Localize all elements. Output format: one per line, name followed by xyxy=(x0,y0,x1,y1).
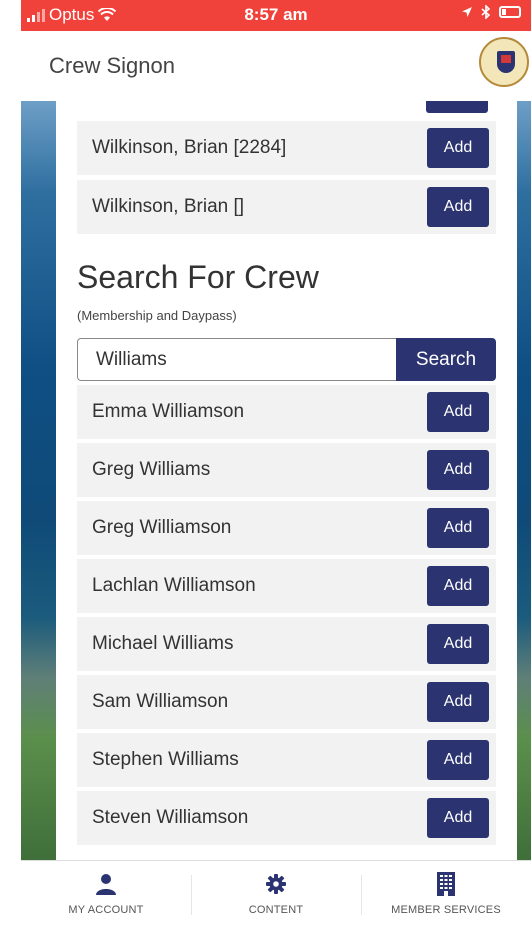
add-button[interactable]: Add xyxy=(427,450,489,490)
result-row: Greg Williamson Add xyxy=(77,501,496,555)
nav-label: CONTENT xyxy=(248,904,304,916)
nav-content[interactable]: CONTENT xyxy=(191,861,361,928)
gear-icon xyxy=(265,873,287,895)
search-input[interactable] xyxy=(77,338,396,381)
shield-icon xyxy=(497,51,515,73)
result-name: Michael Williams xyxy=(92,633,234,654)
status-time: 8:57 am xyxy=(244,5,308,24)
result-row: Michael Williams Add xyxy=(77,617,496,671)
nav-member-services[interactable]: MEMBER SERVICES xyxy=(361,861,531,928)
add-button[interactable]: Add xyxy=(427,128,489,168)
add-button[interactable]: Add xyxy=(427,798,489,838)
result-name: Emma Williamson xyxy=(92,401,245,422)
club-logo[interactable] xyxy=(479,37,529,87)
crew-row: Wilkinson, Brian [] Add xyxy=(77,180,496,234)
crew-row: Wilkinson, Brian [2284] Add xyxy=(77,121,496,175)
add-button[interactable]: Add xyxy=(427,508,489,548)
app-header: Crew Signon xyxy=(21,31,531,101)
add-button[interactable]: Add xyxy=(427,566,489,606)
result-row: Lachlan Williamson Add xyxy=(77,559,496,613)
status-bar: Optus 8:57 am xyxy=(21,0,531,31)
nav-label: MEMBER SERVICES xyxy=(391,904,501,916)
battery-icon xyxy=(499,6,521,18)
search-button[interactable]: Search xyxy=(396,338,496,381)
page-title: Crew Signon xyxy=(49,53,175,78)
partial-add-button[interactable] xyxy=(426,101,488,113)
search-subheading: (Membership and Daypass) xyxy=(77,308,237,323)
crew-name: Wilkinson, Brian [2284] xyxy=(92,137,287,158)
result-name: Greg Williamson xyxy=(92,517,232,538)
result-name: Greg Williams xyxy=(92,459,211,480)
result-row: Steven Williamson Add xyxy=(77,791,496,845)
building-icon xyxy=(435,872,457,896)
result-name: Steven Williamson xyxy=(92,807,249,828)
result-name: Lachlan Williamson xyxy=(92,575,256,596)
bottom-nav: MY ACCOUNT CONTENT MEMBER SERVICES xyxy=(21,860,531,928)
result-row: Emma Williamson Add xyxy=(77,385,496,439)
result-row: Stephen Williams Add xyxy=(77,733,496,787)
add-button[interactable]: Add xyxy=(427,392,489,432)
search-heading: Search For Crew xyxy=(77,259,319,295)
status-right-icons xyxy=(461,5,521,19)
result-name: Stephen Williams xyxy=(92,749,239,770)
add-button[interactable]: Add xyxy=(427,624,489,664)
add-button[interactable]: Add xyxy=(427,682,489,722)
bluetooth-icon xyxy=(481,5,491,19)
nav-my-account[interactable]: MY ACCOUNT xyxy=(21,861,191,928)
result-name: Sam Williamson xyxy=(92,691,229,712)
add-button[interactable]: Add xyxy=(427,740,489,780)
nav-label: MY ACCOUNT xyxy=(68,904,144,916)
add-button[interactable]: Add xyxy=(427,187,489,227)
crew-name: Wilkinson, Brian [] xyxy=(92,196,245,217)
location-arrow-icon xyxy=(462,7,472,17)
result-row: Sam Williamson Add xyxy=(77,675,496,729)
user-icon xyxy=(95,873,117,895)
content-panel[interactable]: Wilkinson, Brian [2284] Add Wilkinson, B… xyxy=(56,101,517,860)
result-row: Greg Williams Add xyxy=(77,443,496,497)
